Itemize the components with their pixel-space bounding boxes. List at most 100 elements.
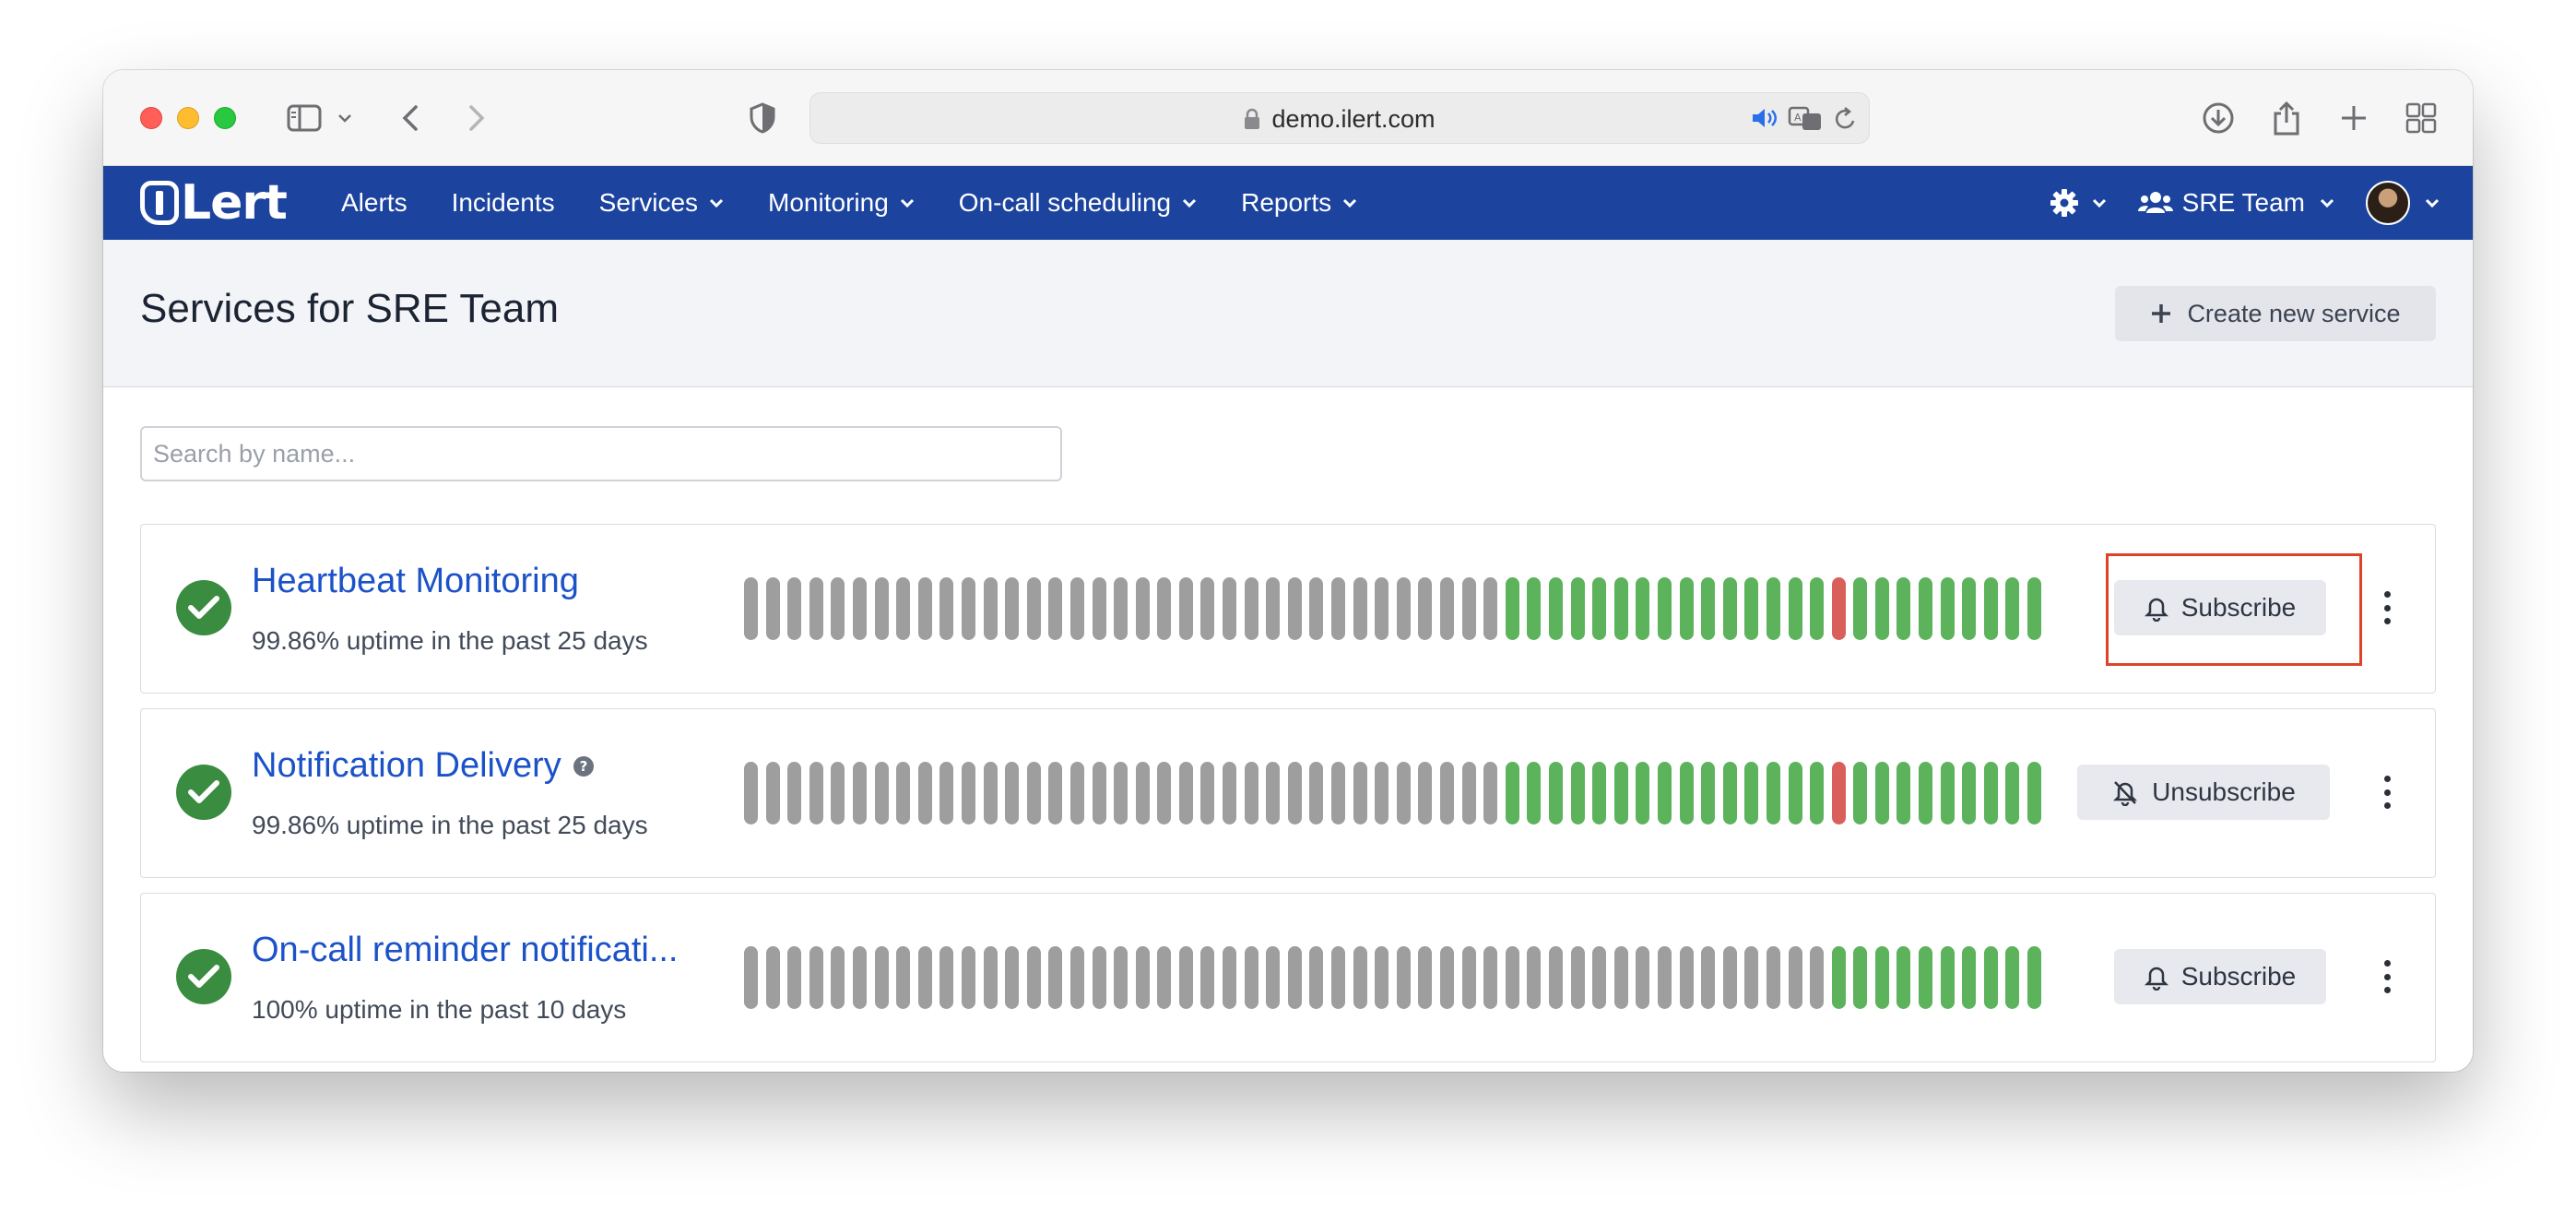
back-icon[interactable] (396, 98, 424, 138)
uptime-bar-nodata[interactable] (983, 946, 998, 1009)
uptime-bar-up[interactable] (1810, 762, 1825, 824)
privacy-shield-icon[interactable] (747, 98, 778, 138)
uptime-bar-nodata[interactable] (1135, 577, 1150, 640)
uptime-bar-nodata[interactable] (1223, 762, 1237, 824)
unsubscribe-button[interactable]: Unsubscribe (2077, 765, 2330, 820)
uptime-bar-up[interactable] (1527, 762, 1542, 824)
uptime-bar-nodata[interactable] (1069, 946, 1084, 1009)
uptime-bar-nodata[interactable] (1178, 946, 1193, 1009)
uptime-bar-nodata[interactable] (765, 762, 780, 824)
uptime-bar-up[interactable] (1722, 577, 1737, 640)
service-name-link[interactable]: On-call reminder notificati... (252, 931, 679, 970)
uptime-bar-nodata[interactable] (917, 946, 932, 1009)
uptime-bar-up[interactable] (1636, 762, 1650, 824)
uptime-bar-nodata[interactable] (831, 946, 845, 1009)
service-name-link[interactable]: Notification Delivery? (252, 746, 595, 786)
uptime-bar-nodata[interactable] (874, 946, 889, 1009)
uptime-bar-nodata[interactable] (744, 762, 758, 824)
uptime-bar-up[interactable] (1527, 577, 1542, 640)
uptime-bar-nodata[interactable] (1657, 946, 1672, 1009)
uptime-bar-up[interactable] (1505, 762, 1519, 824)
uptime-bar-nodata[interactable] (1026, 762, 1041, 824)
uptime-bar-nodata[interactable] (1266, 762, 1281, 824)
uptime-bar-nodata[interactable] (1331, 762, 1346, 824)
uptime-bar-nodata[interactable] (1114, 762, 1128, 824)
uptime-bar-up[interactable] (2005, 762, 2020, 824)
uptime-bar-nodata[interactable] (939, 946, 954, 1009)
uptime-bar-nodata[interactable] (1527, 946, 1542, 1009)
uptime-bar-nodata[interactable] (1287, 577, 1302, 640)
uptime-bar-nodata[interactable] (896, 762, 911, 824)
uptime-bar-nodata[interactable] (1048, 577, 1063, 640)
uptime-bar-nodata[interactable] (896, 946, 911, 1009)
uptime-bar-nodata[interactable] (1375, 762, 1389, 824)
uptime-bar-nodata[interactable] (787, 762, 802, 824)
uptime-bar-up[interactable] (2027, 762, 2042, 824)
uptime-bar-nodata[interactable] (1418, 946, 1433, 1009)
team-menu[interactable]: SRE Team (2137, 188, 2334, 218)
uptime-bar-nodata[interactable] (1005, 946, 1020, 1009)
zoom-window-button[interactable] (214, 107, 236, 129)
uptime-bar-nodata[interactable] (831, 577, 845, 640)
more-options-icon[interactable] (2381, 960, 2393, 993)
uptime-bar-nodata[interactable] (1592, 946, 1607, 1009)
uptime-bar-nodata[interactable] (1026, 946, 1041, 1009)
uptime-bar-nodata[interactable] (1135, 946, 1150, 1009)
uptime-bar-nodata[interactable] (1092, 577, 1106, 640)
uptime-bar-up[interactable] (1744, 577, 1759, 640)
uptime-bar-nodata[interactable] (1353, 762, 1367, 824)
uptime-bar-nodata[interactable] (961, 577, 975, 640)
uptime-bar-up[interactable] (1657, 577, 1672, 640)
uptime-bar-up[interactable] (1962, 946, 1977, 1009)
uptime-bar-nodata[interactable] (1375, 946, 1389, 1009)
subscribe-button[interactable]: Subscribe (2114, 949, 2326, 1004)
translate-icon[interactable]: A (1788, 106, 1823, 132)
uptime-bar-nodata[interactable] (1223, 577, 1237, 640)
more-options-icon[interactable] (2381, 591, 2393, 624)
subscribe-button[interactable]: Subscribe (2114, 580, 2326, 635)
uptime-bar-up[interactable] (1983, 577, 1998, 640)
uptime-bar-nodata[interactable] (1483, 762, 1498, 824)
uptime-bar-nodata[interactable] (1461, 762, 1476, 824)
uptime-bar-up[interactable] (1570, 762, 1585, 824)
uptime-bar-up[interactable] (1613, 762, 1628, 824)
service-name-link[interactable]: Heartbeat Monitoring (252, 562, 579, 601)
uptime-bar-nodata[interactable] (1701, 946, 1716, 1009)
uptime-bar-up[interactable] (1613, 577, 1628, 640)
uptime-bar-up[interactable] (1919, 577, 1933, 640)
uptime-bar-nodata[interactable] (1548, 946, 1563, 1009)
uptime-bar-nodata[interactable] (1266, 946, 1281, 1009)
uptime-bar-nodata[interactable] (1114, 577, 1128, 640)
uptime-bar-up[interactable] (1962, 762, 1977, 824)
uptime-bar-nodata[interactable] (1069, 577, 1084, 640)
uptime-bar-up[interactable] (1897, 577, 1911, 640)
uptime-bar-up[interactable] (1874, 946, 1889, 1009)
uptime-bar-up[interactable] (1897, 946, 1911, 1009)
uptime-bar-up[interactable] (1874, 577, 1889, 640)
uptime-bar-nodata[interactable] (1092, 946, 1106, 1009)
settings-menu[interactable] (2050, 188, 2107, 218)
new-tab-icon[interactable] (2338, 98, 2369, 138)
uptime-bar-nodata[interactable] (1200, 577, 1215, 640)
uptime-bar-nodata[interactable] (1114, 946, 1128, 1009)
uptime-bar-up[interactable] (1919, 946, 1933, 1009)
uptime-bar-up[interactable] (1788, 762, 1802, 824)
uptime-bar-up[interactable] (1766, 577, 1780, 640)
uptime-bar-up[interactable] (1983, 946, 1998, 1009)
uptime-bar-up[interactable] (2005, 577, 2020, 640)
uptime-bar-up[interactable] (1636, 577, 1650, 640)
share-icon[interactable] (2270, 98, 2303, 138)
address-bar[interactable]: demo.ilert.com A (809, 92, 1870, 144)
uptime-bar-nodata[interactable] (1483, 946, 1498, 1009)
uptime-bar-nodata[interactable] (809, 946, 823, 1009)
uptime-bar-nodata[interactable] (1200, 946, 1215, 1009)
uptime-bar-up[interactable] (1962, 577, 1977, 640)
uptime-bar-up[interactable] (1679, 762, 1694, 824)
uptime-bar-up[interactable] (2027, 577, 2042, 640)
sidebar-toggle-icon[interactable] (284, 98, 325, 138)
uptime-bar-nodata[interactable] (1331, 577, 1346, 640)
uptime-bar-up[interactable] (1940, 577, 1955, 640)
uptime-bar-nodata[interactable] (1157, 946, 1172, 1009)
reload-icon[interactable] (1834, 106, 1858, 132)
uptime-bar-nodata[interactable] (1048, 762, 1063, 824)
